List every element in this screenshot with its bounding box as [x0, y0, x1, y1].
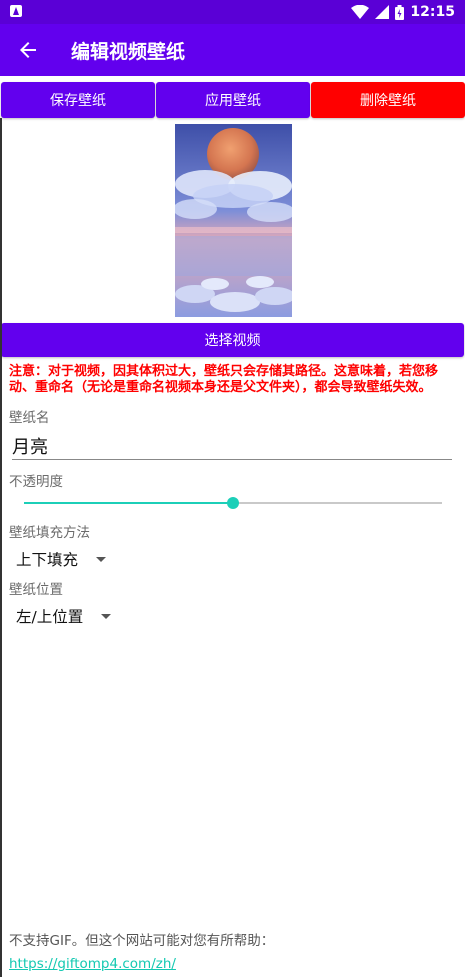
- arrow-back-icon: [20, 42, 36, 58]
- window-edge: [0, 118, 2, 977]
- gif-converter-link[interactable]: https://giftomp4.com/zh/: [9, 956, 176, 972]
- app-toolbar: 编辑视频壁纸: [0, 24, 465, 76]
- gif-note: 不支持GIF。但这个网站可能对您有所帮助：: [9, 933, 275, 949]
- dropdown-arrow-icon: [101, 613, 112, 619]
- page-title: 编辑视频壁纸: [71, 41, 186, 63]
- opacity-label: 不透明度: [9, 474, 63, 490]
- position-label: 壁纸位置: [9, 582, 63, 598]
- opacity-slider-thumb[interactable]: [227, 497, 239, 509]
- back-button[interactable]: [16, 38, 40, 62]
- dropdown-arrow-icon: [96, 556, 107, 562]
- opacity-slider[interactable]: [24, 496, 442, 510]
- fill-method-value: 上下填充: [16, 551, 79, 569]
- battery-icon: [395, 4, 405, 20]
- select-video-button[interactable]: 选择视频: [1, 323, 464, 357]
- signal-icon: [375, 5, 390, 19]
- status-icons: 12:15: [351, 3, 455, 21]
- status-time: 12:15: [410, 4, 455, 20]
- moon-preview-image: [175, 124, 292, 317]
- wallpaper-name-input[interactable]: 月亮: [12, 433, 452, 460]
- wifi-icon: [351, 5, 370, 19]
- status-bar: 12:15: [0, 0, 465, 24]
- wallpaper-preview: [175, 124, 292, 317]
- save-button[interactable]: 保存壁纸: [1, 82, 155, 118]
- notification-icon: [10, 5, 22, 17]
- delete-button[interactable]: 删除壁纸: [311, 82, 465, 118]
- apply-button[interactable]: 应用壁纸: [156, 82, 310, 118]
- position-dropdown[interactable]: 左/上位置: [16, 605, 112, 627]
- action-button-row: 保存壁纸 应用壁纸 删除壁纸: [0, 82, 465, 118]
- fill-method-dropdown[interactable]: 上下填充: [16, 548, 107, 570]
- position-value: 左/上位置: [16, 608, 84, 626]
- warning-text: 注意：对于视频，因其体积过大，壁纸只会存储其路径。这意味着，若您移动、重命名（无…: [9, 364, 439, 395]
- opacity-slider-fill: [24, 502, 233, 504]
- wallpaper-name-label: 壁纸名: [9, 410, 50, 426]
- fill-method-label: 壁纸填充方法: [9, 525, 90, 541]
